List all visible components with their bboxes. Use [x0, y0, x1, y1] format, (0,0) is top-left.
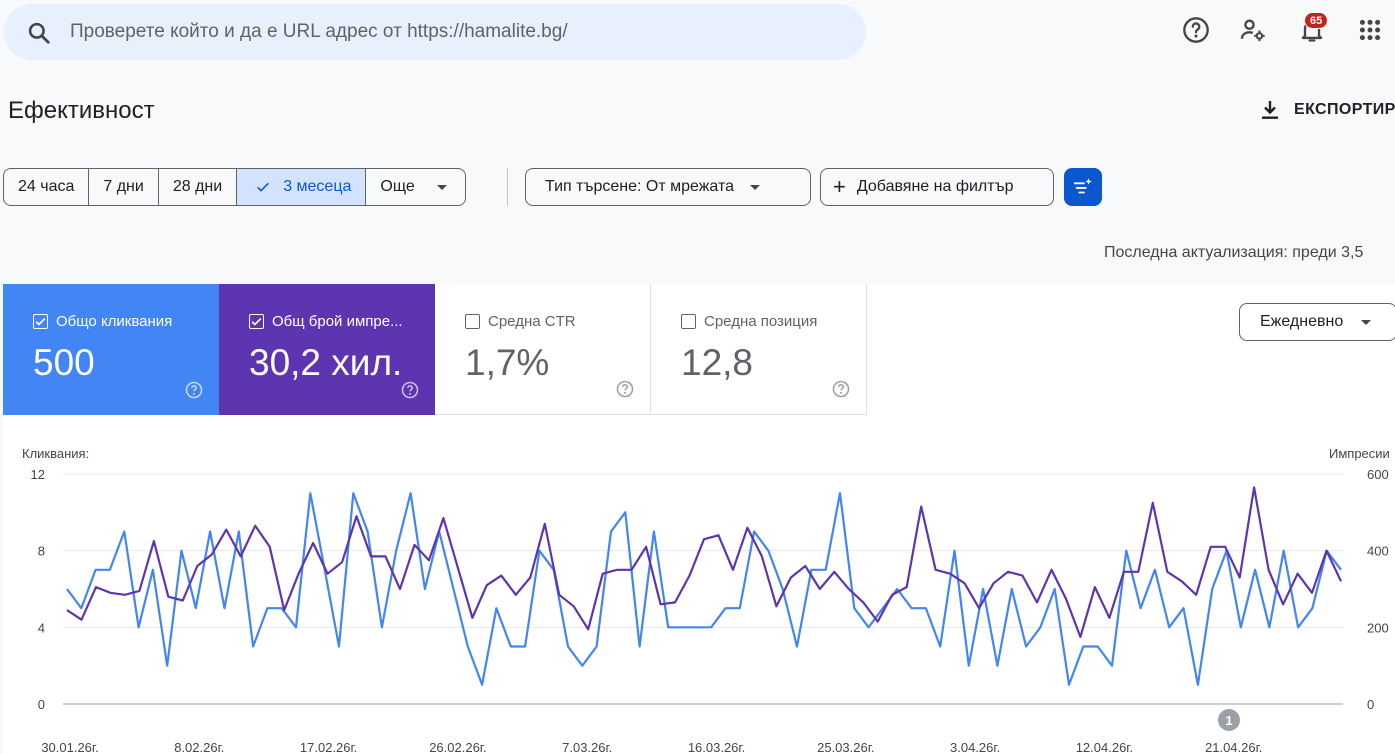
right-axis-title: Импресии	[1329, 446, 1390, 461]
y-tick-label-right: 0	[1367, 697, 1374, 712]
y-tick-label-left: 8	[38, 544, 45, 559]
x-tick-label: 26.02.26г.	[429, 740, 486, 754]
page-title: Ефективност	[8, 97, 155, 124]
x-tick-label: 16.03.26г.	[688, 740, 745, 754]
last-update-text: Последна актуализация: преди 3,5	[1104, 244, 1364, 261]
y-tick-label-right: 200	[1367, 620, 1389, 635]
metric-label: Общ брой импре...	[272, 313, 403, 330]
x-tick-label: 17.02.26г.	[300, 740, 357, 754]
manage-users-icon[interactable]	[1237, 14, 1269, 46]
divider	[507, 168, 508, 206]
performance-card: Общо кликвания 500 Общ брой импре... 30,…	[3, 284, 1395, 754]
granularity-label: Ежедневно	[1260, 313, 1344, 330]
x-tick-label: 3.04.26г.	[950, 740, 1000, 754]
date-range-label: 7 дни	[103, 178, 144, 195]
help-icon[interactable]	[832, 380, 850, 398]
x-tick-label: 7.03.26г.	[562, 740, 612, 754]
metric-value: 12,8	[681, 342, 754, 383]
date-range-selector: 24 часа 7 дни 28 дни 3 месеца Още	[3, 168, 466, 206]
metric-label: Средна CTR	[488, 313, 576, 330]
y-tick-label-right: 600	[1367, 467, 1389, 482]
metric-position[interactable]: Средна позиция 12,8	[651, 284, 867, 415]
x-tick-label: 30.01.26г.	[41, 740, 98, 754]
x-tick-label: 8.02.26г.	[174, 740, 224, 754]
metric-value: 1,7%	[465, 342, 550, 383]
performance-chart: Кликвания: Импресии 0 0 4 200 8 400 12 600 30.01.2…	[22, 446, 1390, 754]
metric-impressions[interactable]: Общ брой импре... 30,2 хил.	[219, 284, 435, 415]
x-tick-label: 25.03.26г.	[817, 740, 874, 754]
y-tick-label-left: 12	[31, 467, 45, 482]
date-range-label: 3 месеца	[283, 178, 352, 195]
search-input[interactable]	[70, 18, 830, 46]
plus-icon: +	[833, 174, 846, 199]
date-range-28d[interactable]: 28 дни	[159, 169, 238, 205]
x-tick-label: 21.04.26г.	[1205, 740, 1262, 754]
x-tick-label: 12.04.26г.	[1076, 740, 1133, 754]
checkbox-unchecked-icon[interactable]	[465, 314, 480, 329]
metric-ctr[interactable]: Средна CTR 1,7%	[435, 284, 651, 415]
search-type-label: Тип търсене: От мрежата	[545, 178, 734, 195]
metric-value: 500	[33, 342, 95, 383]
export-button[interactable]: ЕКСПОРТИР	[1258, 96, 1395, 124]
metric-value: 30,2 хил.	[249, 342, 403, 383]
annotation-label: 1	[1225, 713, 1232, 728]
metric-label: Средна позиция	[704, 313, 818, 330]
date-range-more[interactable]: Още	[366, 169, 464, 205]
date-range-label: 28 дни	[172, 178, 223, 195]
chevron-down-icon	[750, 184, 760, 190]
date-range-3m[interactable]: 3 месеца	[237, 169, 367, 205]
filter-settings-button[interactable]	[1064, 168, 1102, 206]
y-tick-label-left: 0	[38, 697, 45, 712]
checkbox-checked-icon[interactable]	[249, 314, 264, 329]
y-tick-label-right: 400	[1367, 544, 1389, 559]
search-type-dropdown[interactable]: Тип търсене: От мрежата	[525, 168, 811, 206]
left-axis-title: Кликвания:	[22, 446, 89, 461]
help-icon[interactable]	[185, 381, 203, 399]
chevron-down-icon	[1361, 319, 1372, 325]
filter-sparkle-icon	[1073, 178, 1092, 194]
help-icon[interactable]	[616, 380, 634, 398]
export-label: ЕКСПОРТИР	[1294, 101, 1395, 118]
checkbox-checked-icon[interactable]	[33, 314, 48, 329]
search-icon	[28, 22, 50, 44]
y-tick-label-left: 4	[38, 620, 45, 635]
apps-grid-icon[interactable]	[1354, 14, 1386, 46]
help-icon[interactable]	[401, 381, 419, 399]
date-range-label: 24 часа	[18, 178, 75, 195]
checkmark-icon	[257, 182, 270, 192]
search-bar[interactable]	[4, 4, 866, 60]
add-filter-label: Добавяне на филтър	[856, 178, 1014, 195]
metric-label: Общо кликвания	[56, 313, 173, 330]
checkbox-unchecked-icon[interactable]	[681, 314, 696, 329]
notification-count-badge: 65	[1304, 12, 1329, 29]
metric-clicks[interactable]: Общо кликвания 500	[3, 284, 219, 415]
date-range-24h[interactable]: 24 часа	[4, 169, 90, 205]
granularity-dropdown[interactable]: Ежедневно	[1239, 303, 1395, 341]
date-range-label: Още	[380, 178, 415, 195]
chevron-down-icon	[436, 184, 447, 190]
date-range-7d[interactable]: 7 дни	[89, 169, 159, 205]
download-icon	[1262, 101, 1278, 119]
help-icon[interactable]	[1180, 14, 1212, 46]
series-line-impressions	[66, 486, 1342, 638]
add-filter-button[interactable]: + Добавяне на филтър	[820, 168, 1054, 206]
